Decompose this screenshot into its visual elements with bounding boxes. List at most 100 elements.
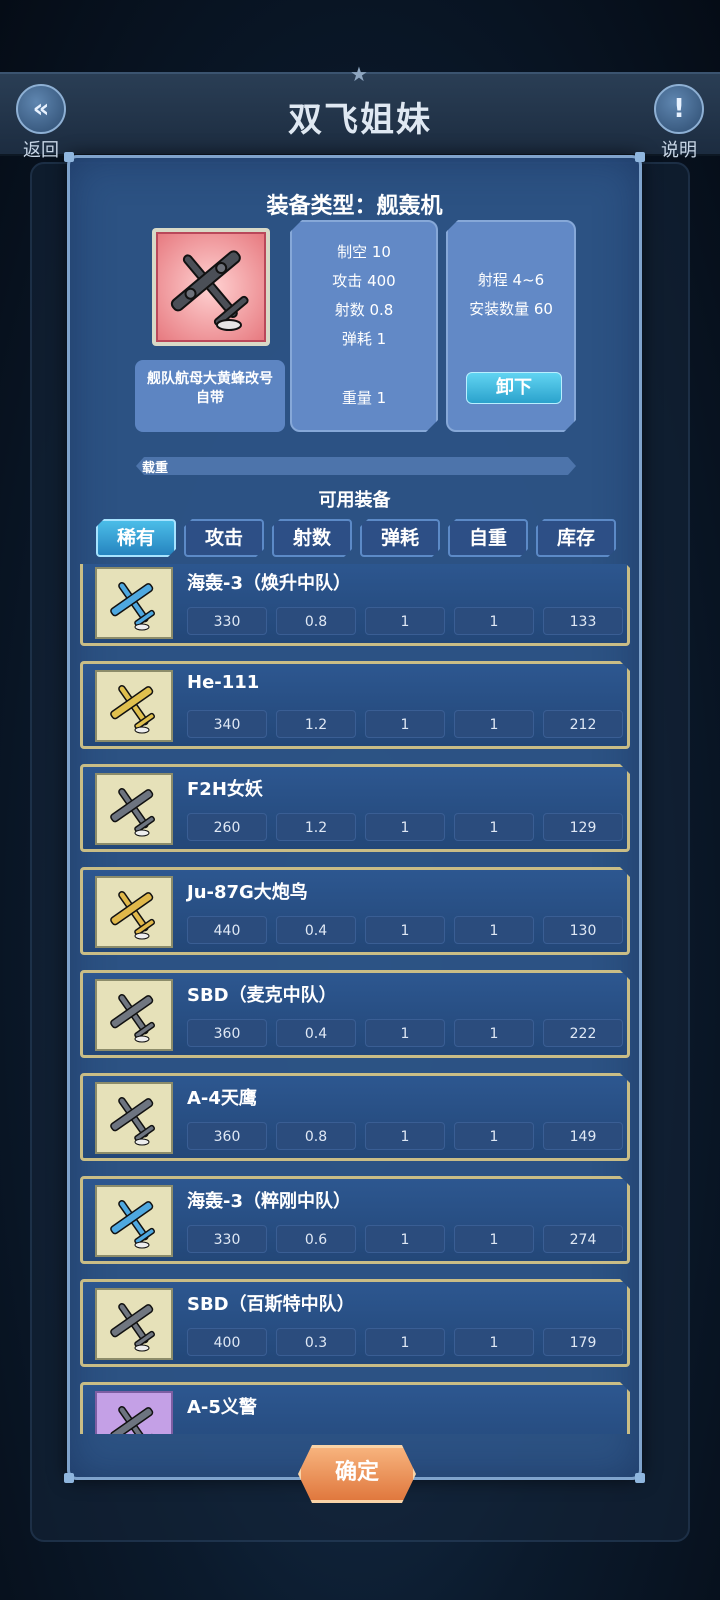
equipment-stat-value: 400: [187, 1328, 267, 1356]
equipment-type-title: 装备类型：舰轰机: [266, 194, 443, 219]
equipment-stat-value: 1: [454, 813, 534, 841]
equipment-stat-value: 0.8: [276, 607, 356, 635]
equipment-stat-value: 1: [365, 1328, 445, 1356]
equipment-stat-value: 212: [543, 710, 623, 738]
equipment-stat-value: 1: [365, 1225, 445, 1253]
equipment-stat-value: 133: [543, 607, 623, 635]
equipment-stat-value: 330: [187, 607, 267, 635]
sort-tabs: 稀有 攻击 射数 弹耗 自重 库存: [96, 519, 616, 557]
load-progress-bar: [136, 457, 576, 475]
equipment-row[interactable]: 海轰-3（粹刚中队） 330 0.6 1 1 274: [80, 1176, 630, 1264]
tab-weight[interactable]: 自重: [448, 519, 528, 557]
confirm-button[interactable]: 确定: [298, 1445, 416, 1503]
equipment-stat-value: 0.6: [276, 1225, 356, 1253]
exclamation-icon: !: [654, 84, 704, 134]
equipment-name: Ju-87G大炮鸟: [187, 882, 308, 903]
equipment-stat-value: 0.4: [276, 1019, 356, 1047]
tab-fire-rate[interactable]: 射数: [272, 519, 352, 557]
grey-jet-icon: [95, 1391, 173, 1434]
equipment-stat-value: 0.4: [276, 916, 356, 944]
stat-ammo-cost: 弹耗 1: [341, 330, 387, 348]
equipment-row[interactable]: SBD（百斯特中队） 400 0.3 1 1 179: [80, 1279, 630, 1367]
equipment-row[interactable]: A-4天鹰 360 0.8 1 1 149: [80, 1073, 630, 1161]
equipment-stat-value: 1: [365, 1122, 445, 1150]
equipment-stat-value: 1: [454, 916, 534, 944]
equipment-row[interactable]: A-5义警: [80, 1382, 630, 1434]
unload-button[interactable]: 卸下: [466, 372, 562, 404]
tab-rarity[interactable]: 稀有: [96, 519, 176, 557]
equipment-row[interactable]: 海轰-3（焕升中队） 330 0.8 1 1 133: [80, 564, 630, 646]
equipment-stat-value: 340: [187, 710, 267, 738]
equipment-stat-value: 129: [543, 813, 623, 841]
equipment-modal: 装备类型：舰轰机 舰队航母大黄蜂改号自带 制空 10 攻击 400 射数 0.8…: [64, 152, 645, 1483]
help-button[interactable]: ! 说明: [646, 84, 712, 161]
striped-plane-icon: [95, 1288, 173, 1360]
stat-attack: 攻击 400: [332, 272, 396, 290]
equipment-stat-value: 360: [187, 1019, 267, 1047]
grey-jet-icon: [95, 1082, 173, 1154]
corner-decoration: [635, 1473, 645, 1483]
equipment-stat-value: 1: [365, 607, 445, 635]
equipment-stat-value: 1: [454, 710, 534, 738]
equipment-stat-value: 0.8: [276, 1122, 356, 1150]
tab-stock[interactable]: 库存: [536, 519, 616, 557]
star-icon: ★: [350, 62, 368, 86]
equipment-row[interactable]: Ju-87G大炮鸟 440 0.4 1 1 130: [80, 867, 630, 955]
equipment-stat-value: 1: [365, 710, 445, 738]
equipment-stat-value: 440: [187, 916, 267, 944]
equipment-name: A-5义警: [187, 1397, 257, 1418]
equipment-stat-value: 1.2: [276, 813, 356, 841]
equipment-row[interactable]: SBD（麦克中队） 360 0.4 1 1 222: [80, 970, 630, 1058]
equipment-name: SBD（百斯特中队）: [187, 1294, 355, 1315]
yellow-plane-icon: [95, 876, 173, 948]
stat-install-count: 安装数量 60: [469, 300, 553, 318]
stat-range: 射程 4~6: [477, 271, 545, 289]
corner-decoration: [635, 152, 645, 162]
equipment-row[interactable]: F2H女妖 260 1.2 1 1 129: [80, 764, 630, 852]
equipment-stat-value: 0.3: [276, 1328, 356, 1356]
stat-fire-rate: 射数 0.8: [334, 301, 394, 319]
equipment-stat-value: 1: [454, 1122, 534, 1150]
page-title: 双飞姐妹: [288, 100, 432, 140]
grey-jet-icon: [95, 773, 173, 845]
equipment-stat-value: 222: [543, 1019, 623, 1047]
equipment-name: A-4天鹰: [187, 1088, 257, 1109]
equipment-stat-value: 1: [454, 1328, 534, 1356]
equipment-stat-value: 1: [365, 916, 445, 944]
equipment-stat-value: 274: [543, 1225, 623, 1253]
stat-weight: 重量 1: [341, 389, 387, 407]
load-label: 载重: [142, 461, 169, 476]
equipment-stat-value: 1: [365, 813, 445, 841]
dive-bomber-icon: [156, 232, 266, 342]
equipment-list[interactable]: 海轰-3（焕升中队） 330 0.8 1 1 133 He-111 340 1.2 1 1 212 F2…: [80, 564, 630, 1434]
stats-panel-main: 制空 10 攻击 400 射数 0.8 弹耗 1 重量 1: [290, 220, 438, 432]
current-equipment-image: [152, 228, 270, 346]
equipment-row[interactable]: He-111 340 1.2 1 1 212: [80, 661, 630, 749]
equipment-stat-value: 360: [187, 1122, 267, 1150]
equipment-stat-value: 1: [454, 607, 534, 635]
help-label: 说明: [661, 140, 697, 161]
yellow-bomber-icon: [95, 670, 173, 742]
equipment-source: 舰队航母大黄蜂改号自带: [135, 360, 285, 432]
corner-decoration: [64, 1473, 74, 1483]
equipment-stat-value: 179: [543, 1328, 623, 1356]
equipment-stat-value: 149: [543, 1122, 623, 1150]
equipment-stat-value: 1: [365, 1019, 445, 1047]
equipment-name: 海轰-3（粹刚中队）: [187, 1191, 351, 1212]
equipment-name: 海轰-3（焕升中队）: [187, 573, 351, 594]
available-equipment-title: 可用装备: [318, 490, 391, 511]
stats-panel-secondary: 射程 4~6 安装数量 60 卸下: [446, 220, 576, 432]
stat-air-control: 制空 10: [337, 243, 391, 261]
equipment-stat-value: 1: [454, 1225, 534, 1253]
corner-decoration: [64, 152, 74, 162]
equipment-name: F2H女妖: [187, 779, 263, 800]
equipment-stat-value: 330: [187, 1225, 267, 1253]
equipment-stat-value: 260: [187, 813, 267, 841]
equipment-stat-value: 130: [543, 916, 623, 944]
tab-attack[interactable]: 攻击: [184, 519, 264, 557]
striped-plane-icon: [95, 979, 173, 1051]
tab-ammo-cost[interactable]: 弹耗: [360, 519, 440, 557]
equipment-name: SBD（麦克中队）: [187, 985, 337, 1006]
equipment-name: He-111: [187, 672, 260, 693]
equipment-stat-value: 1.2: [276, 710, 356, 738]
